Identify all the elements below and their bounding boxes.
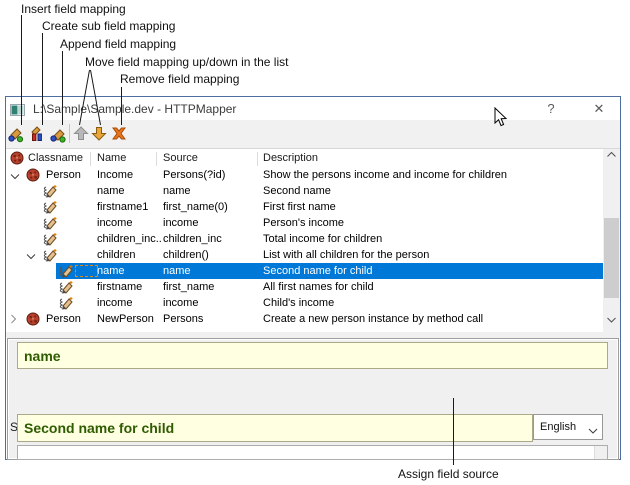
language-select[interactable]: English (533, 414, 603, 440)
expand-chevron-icon[interactable] (26, 251, 36, 263)
append-field-mapping-button[interactable] (49, 125, 67, 143)
cell-name: Income (97, 169, 161, 181)
cell-description: List with all children for the person (263, 249, 429, 261)
cell-source: children() (163, 249, 209, 261)
remove-x-icon (110, 125, 128, 142)
person-icon (10, 151, 24, 168)
cell-description: All first names for child (263, 281, 374, 293)
column-divider (90, 152, 91, 166)
column-divider (257, 152, 258, 166)
cell-source: first_name(0) (163, 201, 228, 213)
cell-description: Person's income (263, 217, 344, 229)
cell-description: Show the persons income and income for c… (263, 169, 507, 181)
cell-source: children_inc (163, 233, 222, 245)
expand-chevron-icon[interactable] (10, 171, 20, 183)
expand-chevron-icon[interactable] (10, 314, 17, 327)
move-up-button[interactable] (73, 125, 91, 143)
cell-description: Second name (263, 185, 331, 197)
move-down-button[interactable] (91, 125, 109, 143)
language-value: English (540, 421, 576, 433)
toolbar (6, 120, 620, 149)
cell-name: children (97, 249, 161, 261)
arrow-up-icon (73, 125, 89, 142)
cell-source: first_name (163, 281, 214, 293)
title-bar[interactable]: L:\Sample\Sample.dev - HTTPMapper ? ✕ (6, 97, 620, 120)
insert-field-mapping-button[interactable] (7, 125, 25, 143)
description-text-area[interactable] (17, 445, 608, 460)
cell-classname: Person (46, 169, 81, 181)
table-row[interactable]: Person NewPersonPersons Create a new perso… (6, 311, 603, 327)
table-row[interactable]: Person IncomePersons(?id) Show the persons… (6, 167, 603, 183)
cell-description: Second name for child (263, 265, 372, 277)
column-header-description[interactable]: Description (263, 152, 318, 164)
annotation-move: Move field mapping up/down in the list (85, 55, 288, 69)
mouse-cursor (494, 107, 508, 133)
cell-name: income (97, 297, 161, 309)
create-sub-field-mapping-button[interactable] (28, 125, 46, 143)
person-icon (26, 312, 40, 329)
scroll-up-icon[interactable] (603, 150, 620, 166)
cell-source: name (163, 265, 191, 277)
cell-source: Persons(?id) (163, 169, 225, 181)
append-field-mapping-icon (49, 125, 67, 143)
annotation-append: Append field mapping (60, 37, 176, 51)
annotation-create-sub: Create sub field mapping (42, 19, 175, 33)
field-description-header: Second name for child (17, 414, 533, 442)
remove-field-mapping-button[interactable] (110, 125, 128, 143)
cell-source: income (163, 297, 198, 309)
cell-name: firstname1 (97, 201, 161, 213)
chevron-down-icon (588, 425, 598, 437)
cell-source: income (163, 217, 198, 229)
close-button[interactable]: ✕ (584, 99, 614, 118)
cell-source: name (163, 185, 191, 197)
cell-name: income (97, 217, 161, 229)
table-row[interactable]: firstnamefirst_name All first names for c… (6, 279, 603, 295)
table-row[interactable]: children_inc...children_inc Total income … (6, 231, 603, 247)
cell-name: firstname (97, 281, 161, 293)
help-button[interactable]: ? (536, 99, 566, 118)
field-name-header: name (17, 342, 608, 369)
cell-name: name (97, 185, 161, 197)
description-scrollbar[interactable] (594, 446, 607, 459)
create-sub-field-mapping-icon (28, 125, 46, 143)
scroll-down-icon[interactable] (603, 315, 620, 331)
annotation-remove: Remove field mapping (120, 72, 239, 86)
cell-description: Create a new person instance by method c… (263, 313, 483, 325)
detail-panel: name Source Query Second name for child … (7, 338, 619, 460)
window-title: L:\Sample\Sample.dev - HTTPMapper (33, 102, 236, 116)
table-row[interactable]: namename Second name for child (6, 263, 603, 279)
table-row[interactable]: childrenchildren() List with all children… (6, 247, 603, 263)
cell-name: name (97, 265, 161, 277)
cell-description: First first name (263, 201, 336, 213)
arrow-down-icon (91, 125, 107, 142)
app-icon (10, 103, 25, 121)
focus-rect (75, 265, 98, 277)
scrollbar-thumb[interactable] (604, 218, 619, 298)
column-header-classname[interactable]: Classname (28, 152, 83, 164)
cell-source: Persons (163, 313, 203, 325)
annotation-assign-source: Assign field source (398, 467, 499, 481)
table-row[interactable]: namename Second name (6, 183, 603, 199)
app-window: L:\Sample\Sample.dev - HTTPMapper ? ✕ (5, 96, 621, 460)
cell-name: children_inc... (97, 233, 161, 245)
mapping-list: Classname Name Source Description Person… (6, 149, 620, 332)
vertical-scrollbar[interactable] (603, 149, 620, 332)
cell-classname: Person (46, 313, 81, 325)
column-header-name[interactable]: Name (97, 152, 126, 164)
insert-field-mapping-icon (7, 125, 25, 143)
table-row[interactable]: incomeincome Person's income (6, 215, 603, 231)
cell-name: NewPerson (97, 313, 161, 325)
toolbar-separator (69, 124, 70, 143)
annotation-insert: Insert field mapping (21, 2, 126, 16)
column-header-source[interactable]: Source (163, 152, 198, 164)
table-row[interactable]: firstname1first_name(0) First first name (6, 199, 603, 215)
list-header[interactable]: Classname Name Source Description (6, 149, 620, 167)
table-row[interactable]: incomeincome Child's income (6, 295, 603, 311)
cell-description: Total income for children (263, 233, 382, 245)
column-divider (156, 152, 157, 166)
cell-description: Child's income (263, 297, 334, 309)
